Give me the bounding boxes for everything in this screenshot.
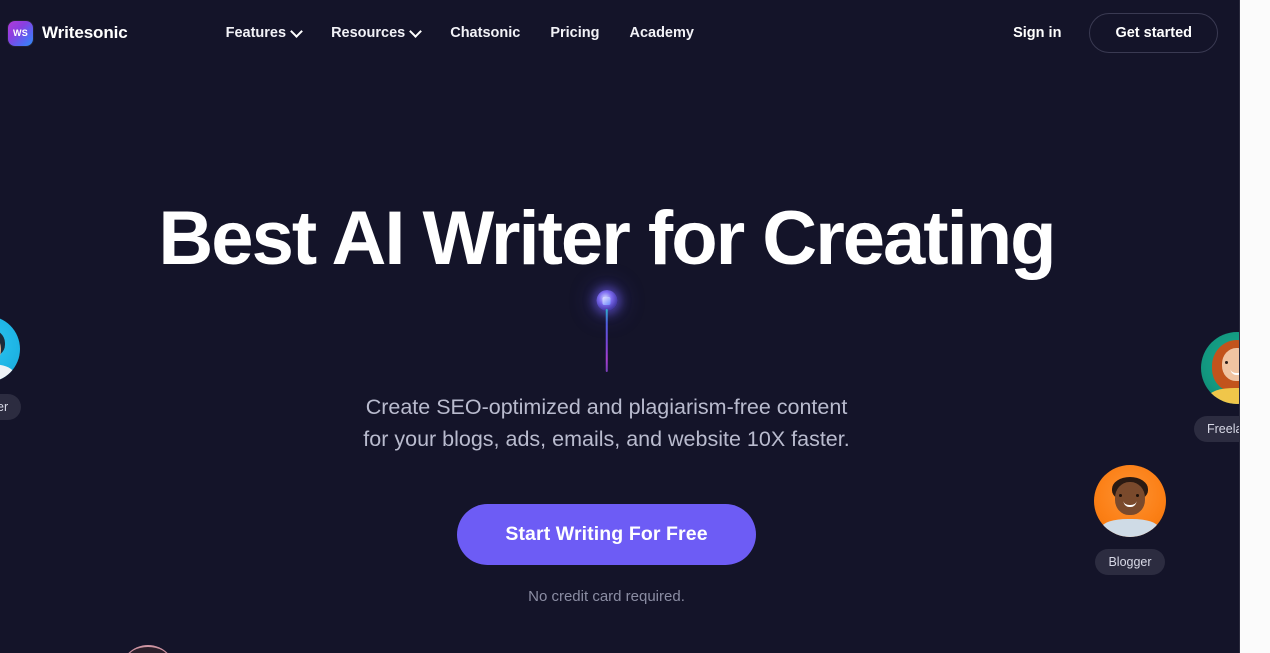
top-navigation: WS Writesonic Features Resources Chatson…: [0, 0, 1240, 66]
page-right-gutter: [1240, 0, 1270, 653]
nav-links: Features Resources Chatsonic Pricing Aca…: [226, 25, 694, 41]
writesonic-logo-icon: WS: [8, 20, 33, 46]
nav-item-resources[interactable]: Resources: [331, 25, 420, 41]
caret-line: [605, 309, 608, 373]
nav-item-chatsonic[interactable]: Chatsonic: [450, 25, 520, 41]
avatar-partial: [120, 645, 176, 653]
nav-actions: Sign in Get started: [1013, 13, 1218, 53]
persona-card-partial[interactable]: [120, 645, 176, 653]
chevron-down-icon: [292, 27, 301, 36]
persona-tag: Blogger: [1095, 549, 1165, 575]
page-title: Best AI Writer for Creating: [158, 196, 1056, 281]
hero-section: Best AI Writer for Creating Create SEO-o…: [0, 0, 1213, 653]
sign-in-link[interactable]: Sign in: [1013, 25, 1061, 41]
nav-item-academy[interactable]: Academy: [629, 25, 693, 41]
avatar-marketer: [0, 316, 20, 382]
nav-item-label: Resources: [331, 25, 406, 41]
nav-item-label: Academy: [629, 25, 694, 41]
hero-subtitle: Create SEO-optimized and plagiarism-free…: [363, 395, 850, 451]
brand-logo[interactable]: WS Writesonic: [8, 20, 128, 46]
nav-item-label: Features: [225, 25, 287, 41]
ai-orb-icon: [596, 290, 617, 312]
nav-item-features[interactable]: Features: [226, 25, 301, 41]
brand-name: Writesonic: [42, 23, 128, 42]
brand-mark-text: WS: [13, 28, 28, 38]
no-credit-card-note: No credit card required.: [528, 587, 685, 605]
persona-tag: er: [0, 394, 22, 420]
get-started-button[interactable]: Get started: [1089, 13, 1218, 53]
chevron-down-icon: [411, 27, 420, 36]
start-writing-for-free-button[interactable]: Start Writing For Free: [457, 503, 756, 565]
persona-card-blogger[interactable]: Blogger: [1094, 465, 1166, 575]
avatar-blogger: [1094, 465, 1166, 537]
page-root: WS Writesonic Features Resources Chatson…: [0, 0, 1270, 653]
nav-item-label: Pricing: [550, 25, 600, 41]
persona-card-marketer[interactable]: er: [0, 316, 22, 420]
page-edge-divider: [1239, 0, 1240, 653]
nav-item-pricing[interactable]: Pricing: [550, 25, 599, 41]
ai-typing-caret: [592, 290, 622, 373]
nav-item-label: Chatsonic: [450, 25, 521, 41]
